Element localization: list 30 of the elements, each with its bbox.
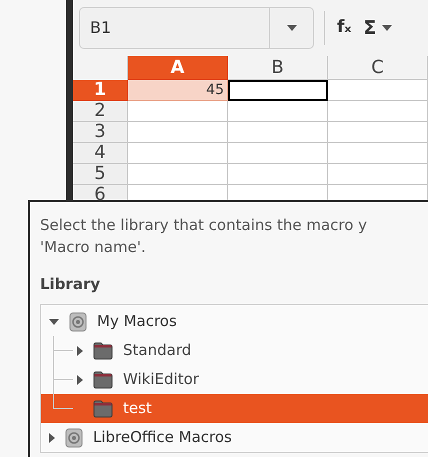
folder-icon	[93, 400, 113, 418]
table-cell: 45	[128, 80, 228, 101]
instruction-text: 'Macro name'.	[40, 237, 146, 258]
library-label: Library	[40, 275, 100, 293]
column-header[interactable]: C	[328, 56, 428, 80]
sum-button[interactable]: Σ	[363, 14, 376, 42]
expander-icon[interactable]	[77, 346, 83, 356]
instruction-text: Select the library that contains the macro y	[40, 215, 368, 236]
column-header[interactable]: A	[128, 56, 228, 80]
expander-icon[interactable]	[49, 318, 59, 324]
caret-icon[interactable]	[382, 25, 392, 31]
tree-item[interactable]: LibreOffice Macros	[41, 423, 428, 452]
expander-icon[interactable]	[77, 374, 83, 384]
row-header[interactable]: 1	[73, 80, 128, 101]
folder-icon	[93, 370, 113, 388]
function-wizard-button[interactable]: fₓ	[335, 15, 354, 41]
expander-icon[interactable]	[49, 432, 55, 442]
tree-item[interactable]: My Macros	[41, 307, 428, 336]
row-header[interactable]: 5	[73, 164, 128, 185]
tree-item[interactable]: WikiEditor	[41, 365, 428, 394]
tree-item[interactable]: test	[41, 394, 428, 423]
folder-icon	[93, 342, 113, 360]
tree-item[interactable]: Standard	[41, 336, 428, 365]
row-header[interactable]: 4	[73, 143, 128, 164]
cell-reference: B1	[89, 17, 112, 39]
column-header[interactable]: B	[228, 56, 328, 80]
name-box[interactable]: B1	[79, 7, 314, 49]
dropdown-caret-icon[interactable]	[286, 25, 296, 31]
row-header[interactable]: 3	[73, 122, 128, 143]
row-header[interactable]: 2	[73, 101, 128, 122]
